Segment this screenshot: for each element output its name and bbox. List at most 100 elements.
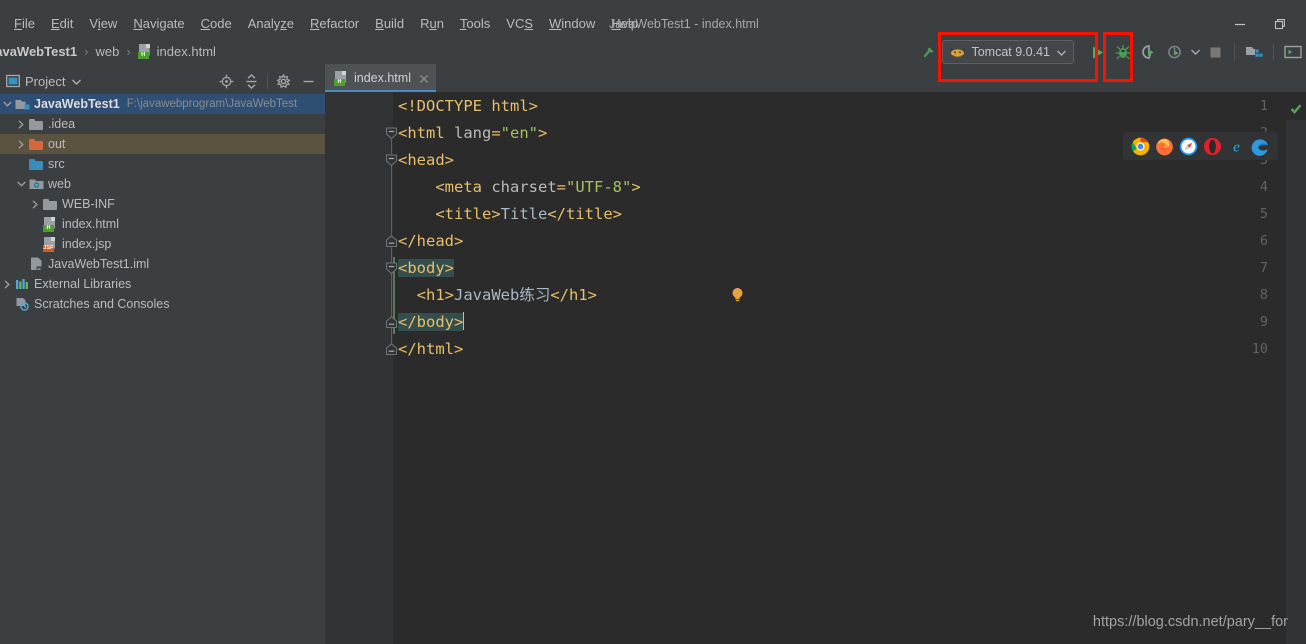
menu-file[interactable]: File xyxy=(6,10,43,38)
code-line[interactable]: <html lang="en"> xyxy=(398,120,547,147)
tree-node-javawebtest1-iml[interactable]: JavaWebTest1.iml xyxy=(0,254,325,274)
tree-node-src[interactable]: src xyxy=(0,154,325,174)
scratches-and-consoles-icon xyxy=(14,294,30,314)
chevron-down-icon[interactable] xyxy=(14,174,28,194)
tree-node-out[interactable]: out xyxy=(0,134,325,154)
chevron-down-icon[interactable] xyxy=(72,72,82,90)
tree-node-javawebtest1[interactable]: JavaWebTest1 F:\javawebprogram\JavaWebTes… xyxy=(0,94,325,114)
code-line[interactable]: <meta charset="UTF-8"> xyxy=(398,174,640,201)
tree-no-twisty xyxy=(0,294,14,314)
token-tag: </html> xyxy=(398,340,464,358)
token-tag: </h1> xyxy=(550,286,597,304)
editor-gutter[interactable] xyxy=(325,92,393,644)
code-line[interactable]: </head> xyxy=(398,228,463,255)
firefox-icon[interactable] xyxy=(1155,137,1174,156)
breadcrumb-separator-2: › xyxy=(126,43,131,59)
chevron-right-icon[interactable] xyxy=(0,274,14,294)
chevron-right-icon[interactable] xyxy=(14,134,28,154)
code-editor[interactable]: 1<!DOCTYPE html>2<html lang="en">3<head>… xyxy=(325,92,1306,644)
close-icon[interactable] xyxy=(418,72,430,84)
hide-panel-icon[interactable] xyxy=(296,68,321,94)
tree-node-label: index.jsp xyxy=(62,237,112,251)
code-line[interactable]: <body> xyxy=(398,255,454,282)
menu-code[interactable]: Code xyxy=(193,10,240,38)
edge-icon[interactable] xyxy=(1251,137,1270,156)
token-tag: </head> xyxy=(398,232,464,250)
fold-collapse-icon[interactable] xyxy=(385,262,398,275)
menu-build[interactable]: Build xyxy=(367,10,412,38)
project-tree[interactable]: JavaWebTest1 F:\javawebprogram\JavaWebTes… xyxy=(0,94,325,644)
opera-icon[interactable] xyxy=(1203,137,1222,156)
token-str: "en" xyxy=(500,124,538,142)
collapse-all-icon[interactable] xyxy=(239,68,264,94)
line-number: 6 xyxy=(1259,233,1268,249)
tree-node-external-libraries[interactable]: External Libraries xyxy=(0,274,325,294)
chevron-down-icon[interactable] xyxy=(0,94,14,114)
restore-button[interactable] xyxy=(1260,10,1300,38)
breadcrumb-project[interactable]: JavaWebTest1 xyxy=(0,44,77,59)
internet-explorer-icon[interactable]: e xyxy=(1227,137,1246,156)
fold-collapse-icon[interactable] xyxy=(385,154,398,167)
code-line[interactable]: <title>Title</title> xyxy=(398,201,622,228)
project-module-icon xyxy=(14,94,30,114)
menu-edit[interactable]: Edit xyxy=(43,10,81,38)
code-line[interactable]: <h1>JavaWeb练习</h1> xyxy=(398,282,597,309)
run-configuration-selector[interactable]: Tomcat 9.0.41 xyxy=(942,40,1074,64)
fold-end-icon[interactable] xyxy=(385,316,398,329)
chevron-right-icon[interactable] xyxy=(28,194,42,214)
locate-target-icon[interactable] xyxy=(214,68,239,94)
menu-tools[interactable]: Tools xyxy=(452,10,498,38)
token-tag: = xyxy=(491,124,501,142)
menu-refactor[interactable]: Refactor xyxy=(302,10,367,38)
intellij-idea-window: File Edit View Navigate Code Analyze Refactor B… xyxy=(0,0,1306,644)
breadcrumb-file-label: index.html xyxy=(156,43,216,59)
intention-bulb-icon[interactable] xyxy=(731,287,744,302)
text-caret xyxy=(463,312,465,330)
chrome-icon[interactable] xyxy=(1131,137,1150,156)
safari-icon[interactable] xyxy=(1179,137,1198,156)
window-title: JavaWebTest1 - index.html xyxy=(609,17,759,31)
editor-area: H index.html 1<!DOCTYPE html>2<html lang… xyxy=(325,64,1306,644)
token-tag: <!DOCTYPE html> xyxy=(398,97,538,115)
tree-node-scratches-and-consoles[interactable]: Scratches and Consoles xyxy=(0,294,325,314)
menu-analyze[interactable]: Analyze xyxy=(240,10,302,38)
code-line[interactable]: </html> xyxy=(398,336,463,363)
token-str: "UTF-8" xyxy=(566,178,632,196)
token-txt: JavaWeb练习 xyxy=(454,286,551,304)
fold-end-icon[interactable] xyxy=(385,235,398,248)
fold-collapse-icon[interactable] xyxy=(385,127,398,140)
run-config-label: Tomcat 9.0.41 xyxy=(971,45,1050,59)
fold-end-icon[interactable] xyxy=(385,343,398,356)
token-tag: <title> xyxy=(435,205,501,223)
code-line[interactable]: <!DOCTYPE html> xyxy=(398,93,538,120)
tree-node-index-html[interactable]: Hindex.html xyxy=(0,214,325,234)
code-line[interactable]: <head> xyxy=(398,147,454,174)
code-line[interactable]: </body> xyxy=(398,309,465,336)
breadcrumb-folder[interactable]: web xyxy=(95,44,119,59)
editor-scrollbar[interactable] xyxy=(1286,120,1306,644)
window-controls xyxy=(1220,10,1300,38)
menu-run[interactable]: Run xyxy=(412,10,452,38)
editor-tab-index-html[interactable]: H index.html xyxy=(325,64,436,92)
tree-node-web[interactable]: web xyxy=(0,174,325,194)
gear-icon[interactable] xyxy=(271,68,296,94)
tree-node-index-jsp[interactable]: JSP index.jsp xyxy=(0,234,325,254)
inspection-ok-check-icon[interactable] xyxy=(1290,102,1302,114)
menu-view[interactable]: View xyxy=(81,10,125,38)
browser-launch-bar[interactable]: e xyxy=(1123,132,1278,160)
title-bar xyxy=(0,0,1306,10)
menu-window[interactable]: Window xyxy=(541,10,603,38)
minimize-button[interactable] xyxy=(1220,10,1260,38)
chevron-right-icon[interactable] xyxy=(14,114,28,134)
tree-node-label: External Libraries xyxy=(34,277,132,291)
token-attr: charset xyxy=(491,178,557,196)
tree-node-idea[interactable]: .idea xyxy=(0,114,325,134)
code-text: <head> xyxy=(398,151,454,169)
breadcrumb-file[interactable]: H index.html xyxy=(137,43,216,59)
tree-node-web-inf[interactable]: WEB-INF xyxy=(0,194,325,214)
menu-vcs[interactable]: VCS xyxy=(498,10,541,38)
web-resource-folder-icon xyxy=(28,174,44,194)
menu-navigate[interactable]: Navigate xyxy=(125,10,192,38)
tree-node-path: F:\javawebprogram\JavaWebTest xyxy=(126,98,298,110)
